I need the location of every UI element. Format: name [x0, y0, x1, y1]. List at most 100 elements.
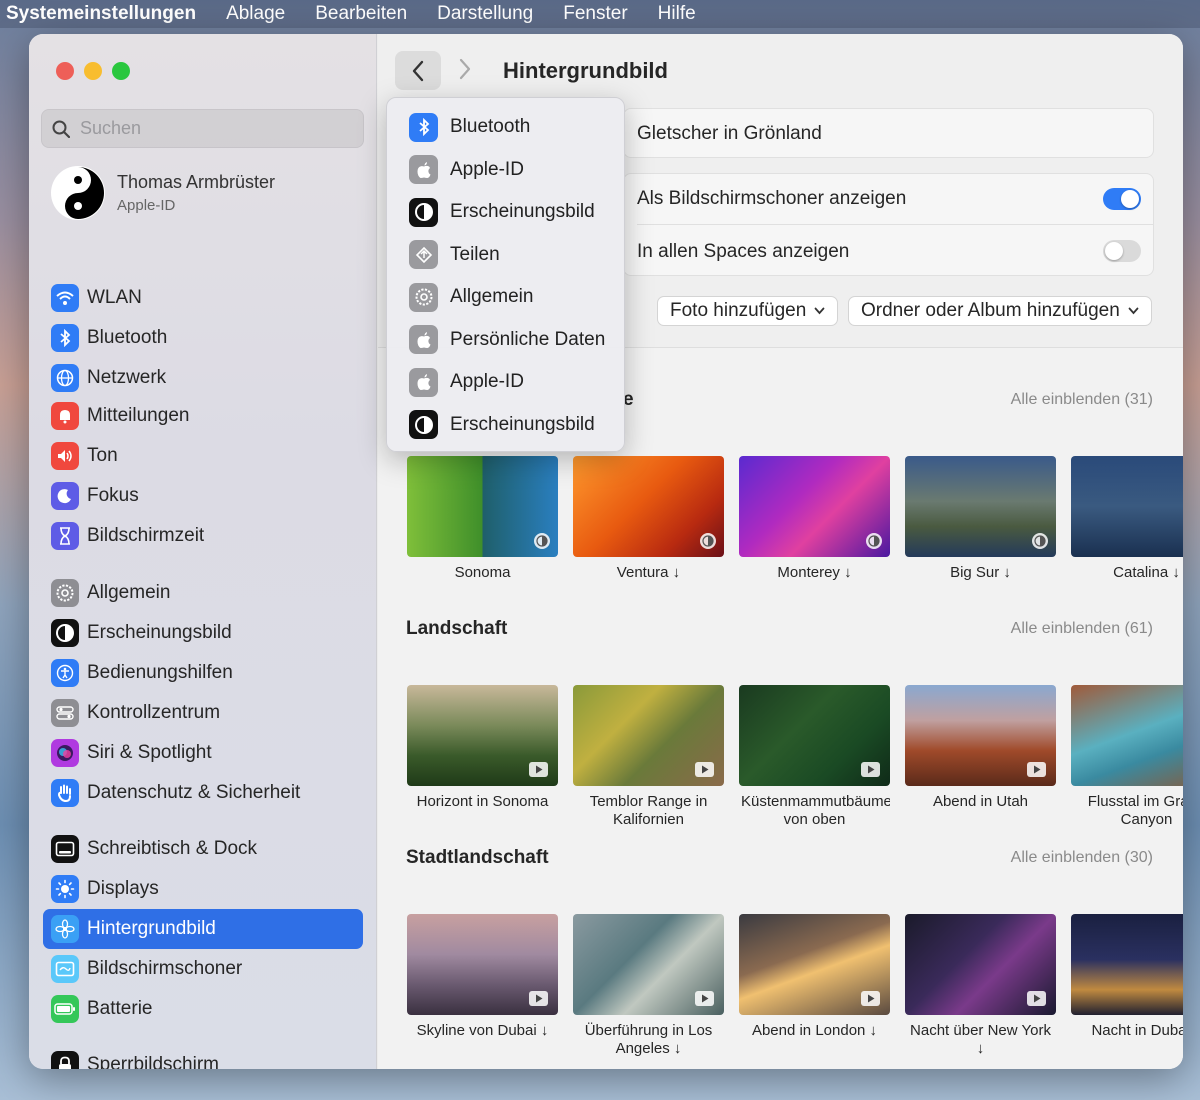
sidebar-item-wlan[interactable]: WLAN	[43, 278, 363, 318]
wallpaper-tile[interactable]: Nacht in Dubai ↓	[1071, 914, 1183, 1040]
wallpaper-label: Sonoma	[454, 564, 511, 581]
search-input[interactable]	[80, 118, 350, 139]
sidebar-item-datenschutz-sicherheit[interactable]: Datenschutz & Sicherheit	[43, 773, 363, 813]
yin-yang-icon	[52, 167, 104, 219]
show-all-link[interactable]: Alle einblenden (30)	[1011, 849, 1153, 867]
wallpaper-label: Big Sur ↓	[950, 564, 1011, 581]
sidebar-item-schreibtisch-dock[interactable]: Schreibtisch & Dock	[43, 829, 363, 869]
wallpaper-tile[interactable]: Monterey ↓	[739, 456, 890, 582]
wallpaper-tile[interactable]: Abend in London ↓	[739, 914, 890, 1040]
menu-app-name[interactable]: Systemeinstellungen	[6, 3, 196, 25]
sidebar-item-bluetooth[interactable]: Bluetooth	[43, 318, 363, 358]
avatar	[51, 166, 105, 220]
sidebar-item-netzwerk[interactable]: Netzwerk	[43, 358, 363, 398]
play-icon	[695, 762, 714, 777]
wallpaper-tile[interactable]: Catalina ↓	[1071, 456, 1183, 582]
sidebar: Thomas Armbrüster Apple-ID WLAN Bluetooth…	[29, 34, 377, 1069]
screensaver-toggle[interactable]	[1103, 188, 1141, 210]
wallpaper-tile[interactable]: Horizont in Sonoma	[407, 685, 558, 811]
user-name: Thomas Armbrüster	[117, 172, 276, 192]
spaces-toggle[interactable]	[1103, 240, 1141, 262]
menu-item-hilfe[interactable]: Hilfe	[658, 3, 696, 25]
sidebar-item-batterie[interactable]: Batterie	[43, 989, 363, 1029]
sidebar-item-mitteilungen[interactable]: Mitteilungen	[43, 396, 363, 436]
history-menu-item[interactable]: Apple-ID	[387, 149, 624, 192]
wallpaper-thumbnail	[1071, 914, 1183, 1015]
wallpaper-tile[interactable]: Big Sur ↓	[905, 456, 1056, 582]
history-menu-item[interactable]: Erscheinungsbild	[387, 191, 624, 234]
history-menu-item[interactable]: Erscheinungsbild	[387, 404, 624, 447]
wallpaper-tile[interactable]: Abend in Utah	[905, 685, 1056, 811]
show-all-link[interactable]: Alle einblenden (31)	[1011, 391, 1153, 409]
menu-item-ablage[interactable]: Ablage	[226, 3, 285, 25]
zoom-button[interactable]	[112, 62, 130, 80]
history-menu-item[interactable]: Apple-ID	[387, 361, 624, 404]
close-button[interactable]	[56, 62, 74, 80]
sidebar-item-label: Ton	[87, 445, 118, 466]
wifi-icon	[51, 284, 79, 312]
sidebar-item-kontrollzentrum[interactable]: Kontrollzentrum	[43, 693, 363, 733]
bluetooth-icon	[409, 112, 438, 142]
sun-icon	[51, 875, 79, 903]
dynamic-wallpaper-icon	[534, 533, 550, 549]
wallpaper-tile[interactable]: Nacht über New York ↓	[905, 914, 1056, 1058]
history-menu-label: Bluetooth	[450, 116, 531, 138]
wallpaper-label: Nacht in Dubai ↓	[1091, 1022, 1183, 1039]
wallpaper-thumbnail	[407, 685, 558, 786]
apple-icon	[409, 155, 438, 185]
sidebar-item-label: Schreibtisch & Dock	[87, 838, 258, 859]
minimize-button[interactable]	[84, 62, 102, 80]
appearance-icon	[51, 619, 79, 647]
sidebar-item-bildschirmschoner[interactable]: Bildschirmschoner	[43, 949, 363, 989]
sidebar-item-siri-spotlight[interactable]: Siri & Spotlight	[43, 733, 363, 773]
play-icon	[695, 991, 714, 1006]
play-icon	[529, 991, 548, 1006]
forward-button[interactable]	[458, 58, 472, 85]
sidebar-group: Sperrbildschirm	[43, 1045, 363, 1069]
section-title: Landschaft	[406, 618, 508, 639]
wallpaper-tile[interactable]: Ventura ↓	[573, 456, 724, 582]
show-all-link[interactable]: Alle einblenden (61)	[1011, 620, 1153, 638]
wallpaper-tile[interactable]: Küstenmammutbäume von oben	[739, 685, 890, 829]
add-folder-button[interactable]: Ordner oder Album hinzufügen	[848, 296, 1152, 326]
apple-id-account[interactable]: Thomas Armbrüster Apple-ID	[51, 166, 275, 220]
sidebar-item-label: Erscheinungsbild	[87, 622, 232, 643]
wallpaper-tile[interactable]: Temblor Range in Kalifornien	[573, 685, 724, 829]
sidebar-group: Allgemein Erscheinungsbild Bedienungshilfe…	[43, 573, 363, 813]
sidebar-item-label: Siri & Spotlight	[87, 742, 212, 763]
search-field[interactable]	[41, 109, 364, 148]
wallpaper-tile[interactable]: Überführung in Los Angeles ↓	[573, 914, 724, 1058]
sidebar-item-hintergrundbild[interactable]: Hintergrundbild	[43, 909, 363, 949]
sidebar-group: WLAN Bluetooth Netzwerk	[43, 278, 363, 398]
sidebar-item-label: Hintergrundbild	[87, 918, 216, 939]
hand-icon	[51, 779, 79, 807]
menu-item-bearbeiten[interactable]: Bearbeiten	[315, 3, 407, 25]
menu-item-fenster[interactable]: Fenster	[563, 3, 627, 25]
menu-item-darstellung[interactable]: Darstellung	[437, 3, 533, 25]
wallpaper-thumbnail	[1071, 456, 1183, 557]
bluetooth-icon	[51, 324, 79, 352]
history-menu-item[interactable]: Persönliche Daten	[387, 319, 624, 362]
wallpaper-tile[interactable]: Sonoma	[407, 456, 558, 582]
window-controls	[56, 62, 130, 80]
sidebar-item-ton[interactable]: Ton	[43, 436, 363, 476]
history-menu-item[interactable]: Bluetooth	[387, 106, 624, 149]
sidebar-item-label: Bildschirmschoner	[87, 958, 243, 979]
back-history-menu: Bluetooth Apple-ID Erscheinungsbild Teilen A…	[386, 97, 625, 452]
history-menu-item[interactable]: Allgemein	[387, 276, 624, 319]
add-photo-button[interactable]: Foto hinzufügen	[657, 296, 839, 326]
wallpaper-thumbnail	[573, 456, 724, 557]
sidebar-item-label: Kontrollzentrum	[87, 702, 221, 723]
wallpaper-tile[interactable]: Flusstal im Grand Canyon	[1071, 685, 1183, 829]
sidebar-item-bedienungshilfen[interactable]: Bedienungshilfen	[43, 653, 363, 693]
sidebar-item-displays[interactable]: Displays	[43, 869, 363, 909]
sidebar-item-allgemein[interactable]: Allgemein	[43, 573, 363, 613]
sidebar-item-erscheinungsbild[interactable]: Erscheinungsbild	[43, 613, 363, 653]
history-menu-item[interactable]: Teilen	[387, 234, 624, 277]
back-button[interactable]	[395, 51, 441, 90]
sidebar-item-fokus[interactable]: Fokus	[43, 476, 363, 516]
wallpaper-tile[interactable]: Skyline von Dubai ↓	[407, 914, 558, 1040]
sidebar-item-bildschirmzeit[interactable]: Bildschirmzeit	[43, 516, 363, 556]
dynamic-wallpaper-icon	[866, 533, 882, 549]
sidebar-item-sperrbildschirm[interactable]: Sperrbildschirm	[43, 1045, 363, 1069]
